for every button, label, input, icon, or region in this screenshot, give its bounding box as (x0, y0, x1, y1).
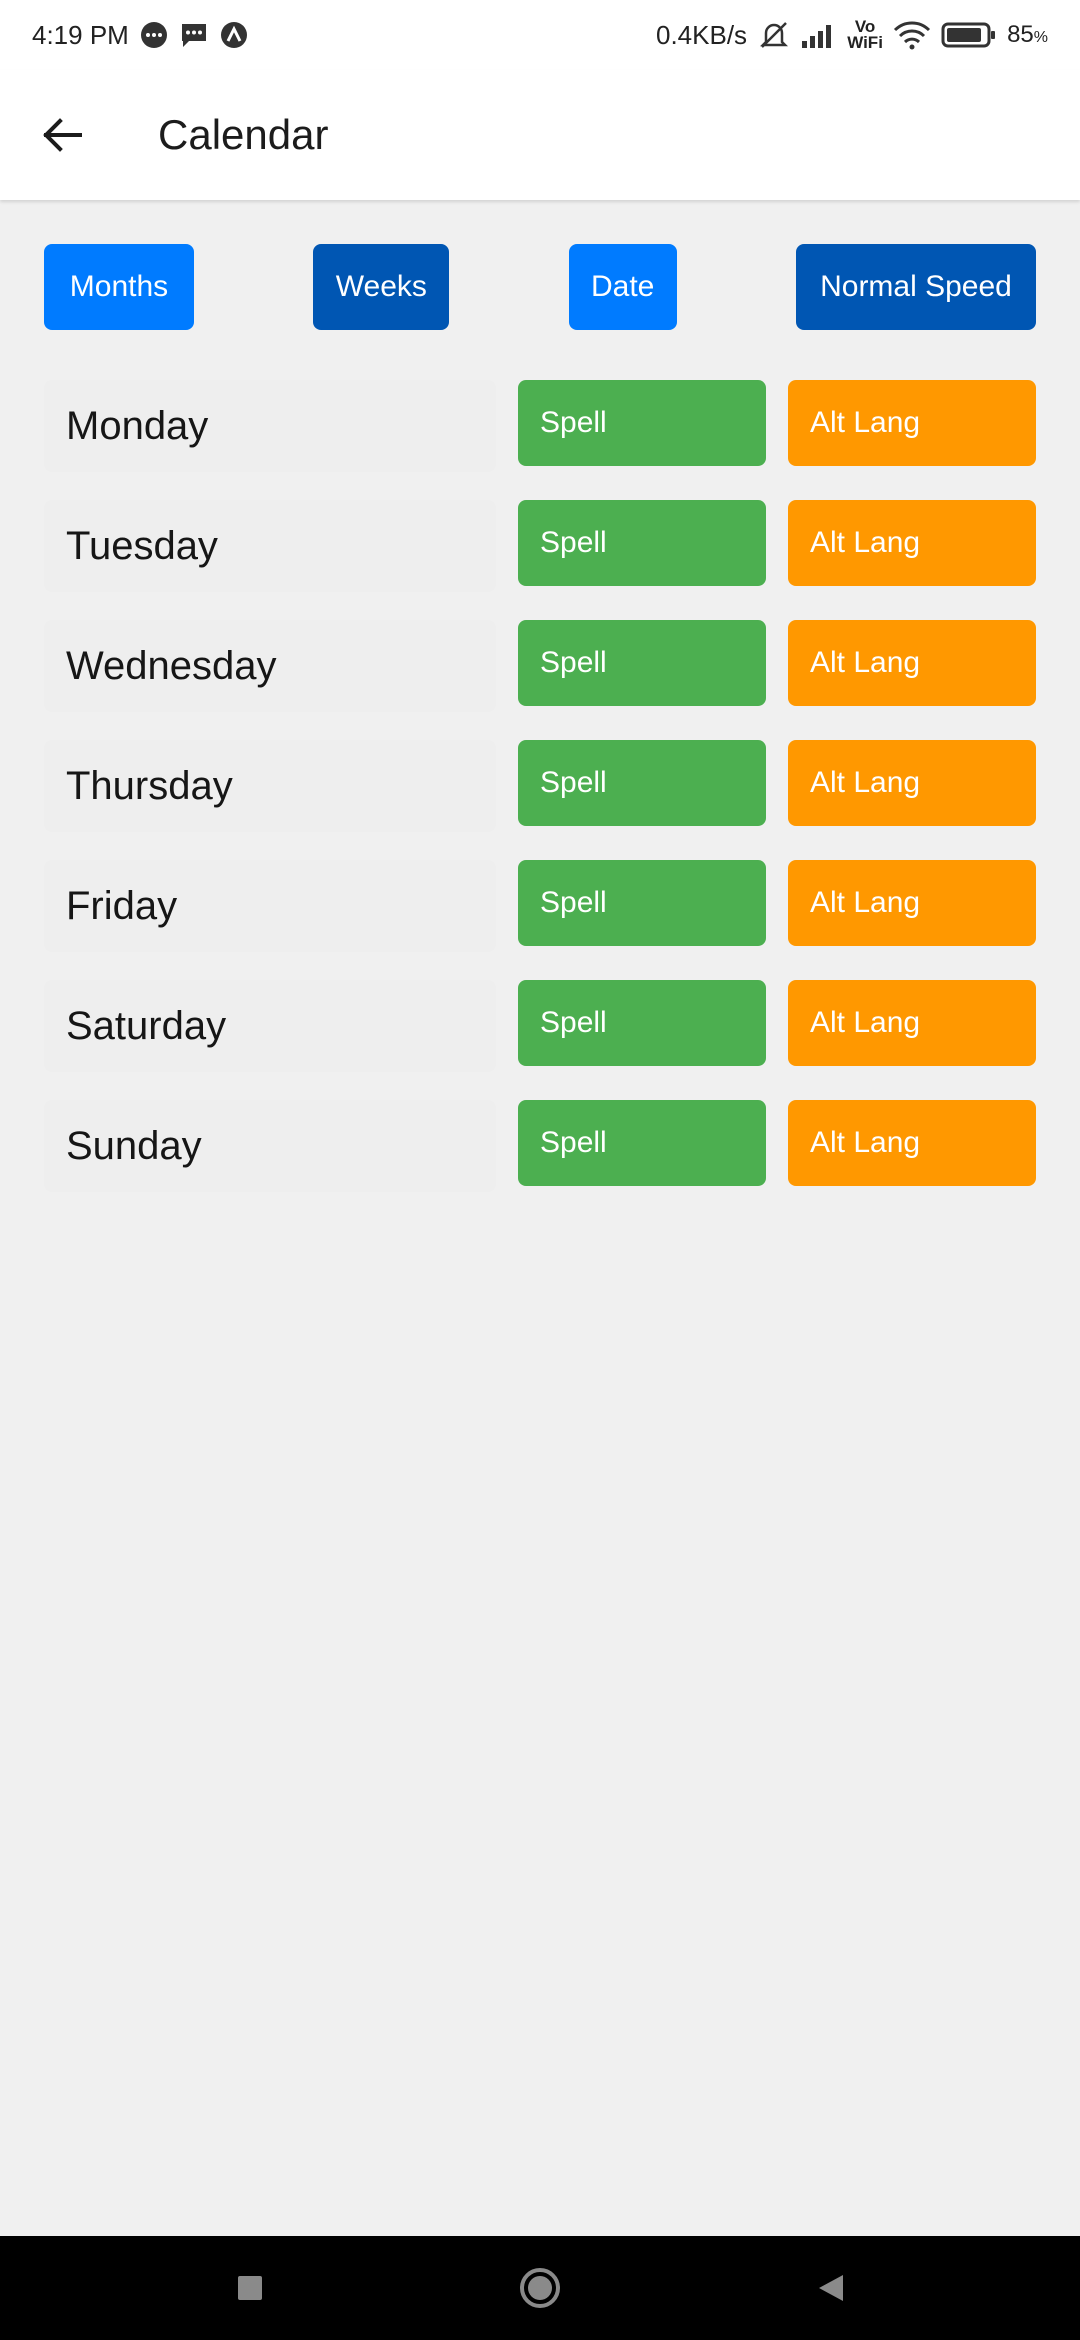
alt-lang-button[interactable]: Alt Lang (788, 740, 1036, 826)
network-speed: 0.4KB/s (656, 19, 748, 50)
arrow-left-icon (43, 118, 82, 152)
vowifi-icon: Vo WiFi (847, 17, 883, 52)
alt-lang-button[interactable]: Alt Lang (788, 1100, 1036, 1186)
status-time: 4:19 PM (32, 19, 129, 50)
mode-toolbar: Months Weeks Date Normal Speed (44, 244, 1036, 330)
day-label[interactable]: Thursday (44, 740, 496, 832)
spell-button[interactable]: Spell (518, 860, 766, 946)
spell-button[interactable]: Spell (518, 380, 766, 466)
alt-lang-button[interactable]: Alt Lang (788, 380, 1036, 466)
spell-button[interactable]: Spell (518, 740, 766, 826)
recents-button[interactable] (220, 2258, 280, 2318)
day-label[interactable]: Friday (44, 860, 496, 952)
back-button[interactable] (22, 95, 102, 175)
home-circle-icon (520, 2268, 560, 2308)
weeks-button[interactable]: Weeks (313, 244, 450, 330)
app-bar: Calendar (0, 70, 1080, 200)
mute-icon (757, 18, 791, 52)
spell-button[interactable]: Spell (518, 980, 766, 1066)
spell-button[interactable]: Spell (518, 1100, 766, 1186)
day-label[interactable]: Wednesday (44, 620, 496, 712)
recents-square-icon (238, 2276, 262, 2300)
spell-button[interactable]: Spell (518, 500, 766, 586)
normal-speed-button[interactable]: Normal Speed (795, 244, 1036, 330)
page-title: Calendar (158, 111, 329, 158)
day-label[interactable]: Saturday (44, 980, 496, 1072)
status-right: 0.4KB/s Vo WiFi 85% (656, 18, 1048, 52)
spell-button[interactable]: Spell (518, 620, 766, 706)
status-bar: 4:19 PM 0.4KB/s Vo WiFi 85% (0, 0, 1080, 70)
signal-icon (801, 21, 837, 49)
nav-back-button[interactable] (800, 2258, 860, 2318)
day-row-thursday: Thursday Spell Alt Lang (44, 740, 1036, 860)
battery-percent: 85% (1007, 21, 1048, 48)
date-button[interactable]: Date (568, 244, 677, 330)
day-list: Monday Spell Alt Lang Tuesday Spell Alt … (44, 380, 1036, 1220)
message-icon (179, 20, 209, 50)
wifi-icon (893, 20, 931, 50)
day-row-monday: Monday Spell Alt Lang (44, 380, 1036, 500)
alt-lang-button[interactable]: Alt Lang (788, 980, 1036, 1066)
day-label[interactable]: Monday (44, 380, 496, 472)
home-button[interactable] (510, 2258, 570, 2318)
back-triangle-icon (819, 2275, 843, 2301)
alt-lang-button[interactable]: Alt Lang (788, 860, 1036, 946)
system-nav-bar (0, 2236, 1080, 2340)
day-label[interactable]: Sunday (44, 1100, 496, 1192)
day-row-friday: Friday Spell Alt Lang (44, 860, 1036, 980)
day-row-wednesday: Wednesday Spell Alt Lang (44, 620, 1036, 740)
day-row-saturday: Saturday Spell Alt Lang (44, 980, 1036, 1100)
day-row-tuesday: Tuesday Spell Alt Lang (44, 500, 1036, 620)
alt-lang-button[interactable]: Alt Lang (788, 500, 1036, 586)
status-left: 4:19 PM (32, 20, 249, 51)
day-label[interactable]: Tuesday (44, 500, 496, 592)
app-a-icon (219, 20, 249, 50)
months-button[interactable]: Months (44, 244, 194, 330)
chat-bubble-icon (139, 20, 169, 50)
alt-lang-button[interactable]: Alt Lang (788, 620, 1036, 706)
battery-icon (941, 21, 997, 49)
day-row-sunday: Sunday Spell Alt Lang (44, 1100, 1036, 1220)
